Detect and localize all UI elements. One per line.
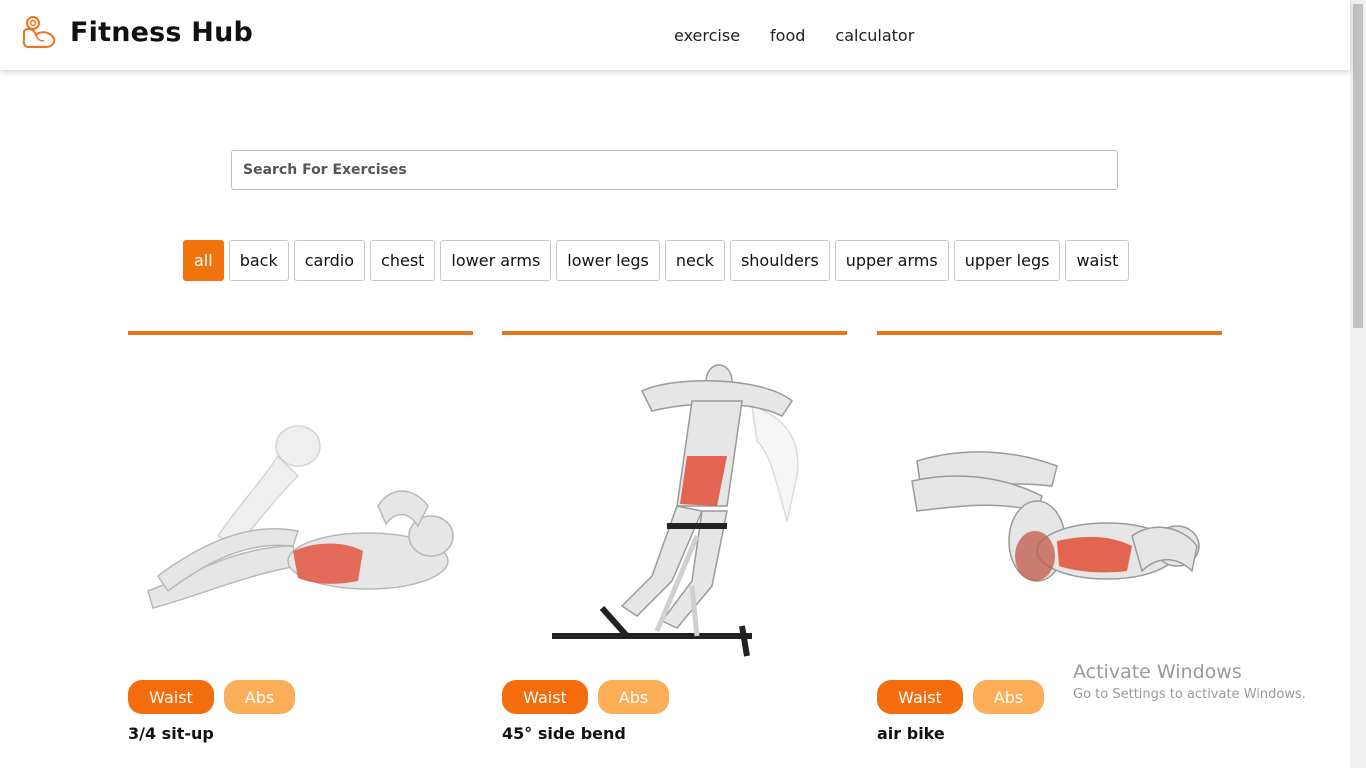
card-accent-bar	[128, 331, 473, 335]
body-part-tag[interactable]: Waist	[128, 680, 214, 714]
nav-exercise[interactable]: exercise	[674, 26, 740, 45]
exercise-card[interactable]: Waist Abs air bike	[877, 331, 1222, 768]
page-scrollbar[interactable]	[1350, 0, 1366, 768]
filter-back[interactable]: back	[228, 240, 289, 281]
filter-shoulders[interactable]: shoulders	[729, 240, 830, 281]
exercise-tags: Waist Abs	[128, 680, 295, 714]
filter-cardio[interactable]: cardio	[293, 240, 366, 281]
main-nav: exercise food calculator	[674, 26, 914, 45]
nav-food[interactable]: food	[770, 26, 805, 45]
exercise-illustration[interactable]	[502, 346, 847, 666]
filter-upper-arms[interactable]: upper arms	[834, 240, 949, 281]
watermark-title: Activate Windows	[1073, 661, 1242, 683]
exercise-name: air bike	[877, 724, 945, 743]
filter-all[interactable]: all	[183, 240, 224, 281]
scrollbar-thumb[interactable]	[1353, 4, 1363, 328]
watermark-subtitle: Go to Settings to activate Windows.	[1073, 687, 1306, 702]
exercise-illustration[interactable]	[128, 346, 473, 666]
filter-lower-arms[interactable]: lower arms	[440, 240, 552, 281]
filter-upper-legs[interactable]: upper legs	[953, 240, 1061, 281]
filter-waist[interactable]: waist	[1065, 240, 1130, 281]
exercise-tags: Waist Abs	[502, 680, 669, 714]
target-muscle-tag[interactable]: Abs	[973, 680, 1044, 714]
brand-title[interactable]: Fitness Hub	[70, 17, 253, 48]
body-part-tag[interactable]: Waist	[502, 680, 588, 714]
top-navbar: Fitness Hub exercise food calculator	[0, 0, 1350, 70]
exercise-name: 3/4 sit-up	[128, 724, 214, 743]
windows-activation-watermark: Activate Windows Go to Settings to activ…	[1073, 661, 1306, 702]
exercise-card[interactable]: Waist Abs 3/4 sit-up	[128, 331, 473, 768]
card-accent-bar	[502, 331, 847, 335]
exercise-name: 45° side bend	[502, 724, 626, 743]
flexed-arm-icon[interactable]	[20, 13, 60, 53]
card-accent-bar	[877, 331, 1222, 335]
exercise-tags: Waist Abs	[877, 680, 1044, 714]
search-input[interactable]	[231, 150, 1118, 190]
filter-neck[interactable]: neck	[664, 240, 725, 281]
filter-chest[interactable]: chest	[370, 240, 436, 281]
exercise-card[interactable]: Waist Abs 45° side bend	[502, 331, 847, 768]
target-muscle-tag[interactable]: Abs	[598, 680, 669, 714]
filter-lower-legs[interactable]: lower legs	[556, 240, 660, 281]
exercise-illustration[interactable]	[877, 346, 1222, 666]
body-part-filters: all back cardio chest lower arms lower l…	[183, 240, 1130, 281]
nav-calculator[interactable]: calculator	[835, 26, 914, 45]
target-muscle-tag[interactable]: Abs	[224, 680, 295, 714]
body-part-tag[interactable]: Waist	[877, 680, 963, 714]
